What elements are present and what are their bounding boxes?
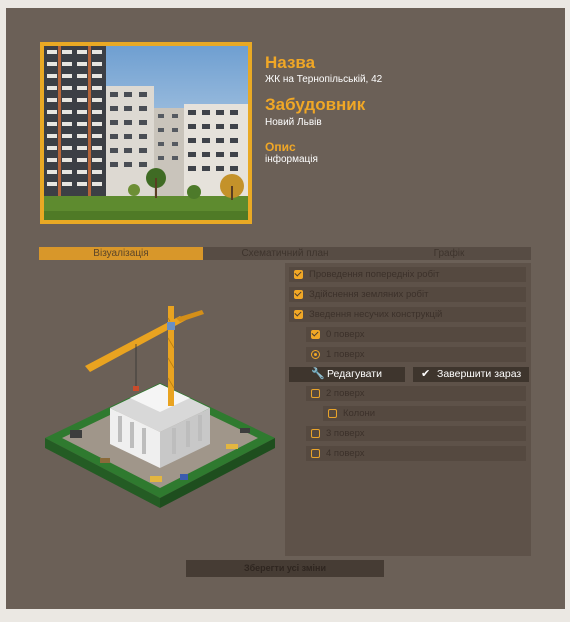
tab-schematic-plan[interactable]: Схематичний план [203, 247, 367, 260]
checkbox-empty-icon[interactable] [311, 449, 320, 458]
save-all-changes-button[interactable]: Зберегти усі зміни [186, 560, 384, 577]
description-heading: Опис [265, 140, 296, 154]
stage-row-earthworks[interactable]: Здійснення земляних робіт [289, 287, 526, 302]
stage-row-columns[interactable]: Колони [323, 406, 526, 421]
checkbox-checked-icon[interactable] [294, 270, 303, 279]
description-value: інформація [265, 154, 318, 165]
name-heading: Назва [265, 53, 316, 72]
current-stage-radio-icon[interactable] [311, 350, 320, 359]
tab-schedule[interactable]: Графік [367, 247, 531, 260]
developer-heading: Забудовник [265, 95, 366, 114]
stage-row-load-bearing-structures[interactable]: Зведення несучих конструкцій [289, 307, 526, 322]
checkbox-empty-icon[interactable] [328, 409, 337, 418]
checkbox-checked-icon[interactable] [294, 290, 303, 299]
stage-row-preliminary-works[interactable]: Проведення попередніх робіт [289, 267, 526, 282]
checkbox-checked-icon[interactable] [311, 330, 320, 339]
project-photo [40, 42, 252, 224]
checkbox-checked-icon[interactable] [294, 310, 303, 319]
stage-row-floor-3[interactable]: 3 поверх [306, 426, 526, 441]
tab-visualization[interactable]: Візуалізація [39, 247, 203, 260]
developer-value: Новий Львів [265, 117, 322, 128]
construction-visualization [45, 306, 275, 508]
stage-row-floor-0[interactable]: 0 поверх [306, 327, 526, 342]
checkbox-empty-icon[interactable] [311, 389, 320, 398]
name-value: ЖК на Тернопільській, 42 [265, 74, 383, 85]
finish-now-button[interactable]: ✔ Завершити зараз [413, 367, 529, 382]
wrench-icon: 🔧 [311, 368, 325, 380]
stage-row-floor-4[interactable]: 4 поверх [306, 446, 526, 461]
checkbox-empty-icon[interactable] [311, 429, 320, 438]
tab-bar: Візуалізація Схематичний план Графік [39, 247, 531, 260]
edit-button[interactable]: 🔧 Редагувати [289, 367, 405, 382]
stage-row-floor-2[interactable]: 2 поверх [306, 386, 526, 401]
stage-row-floor-1[interactable]: 1 поверх [306, 347, 526, 362]
checkmark-icon: ✔ [421, 368, 431, 380]
